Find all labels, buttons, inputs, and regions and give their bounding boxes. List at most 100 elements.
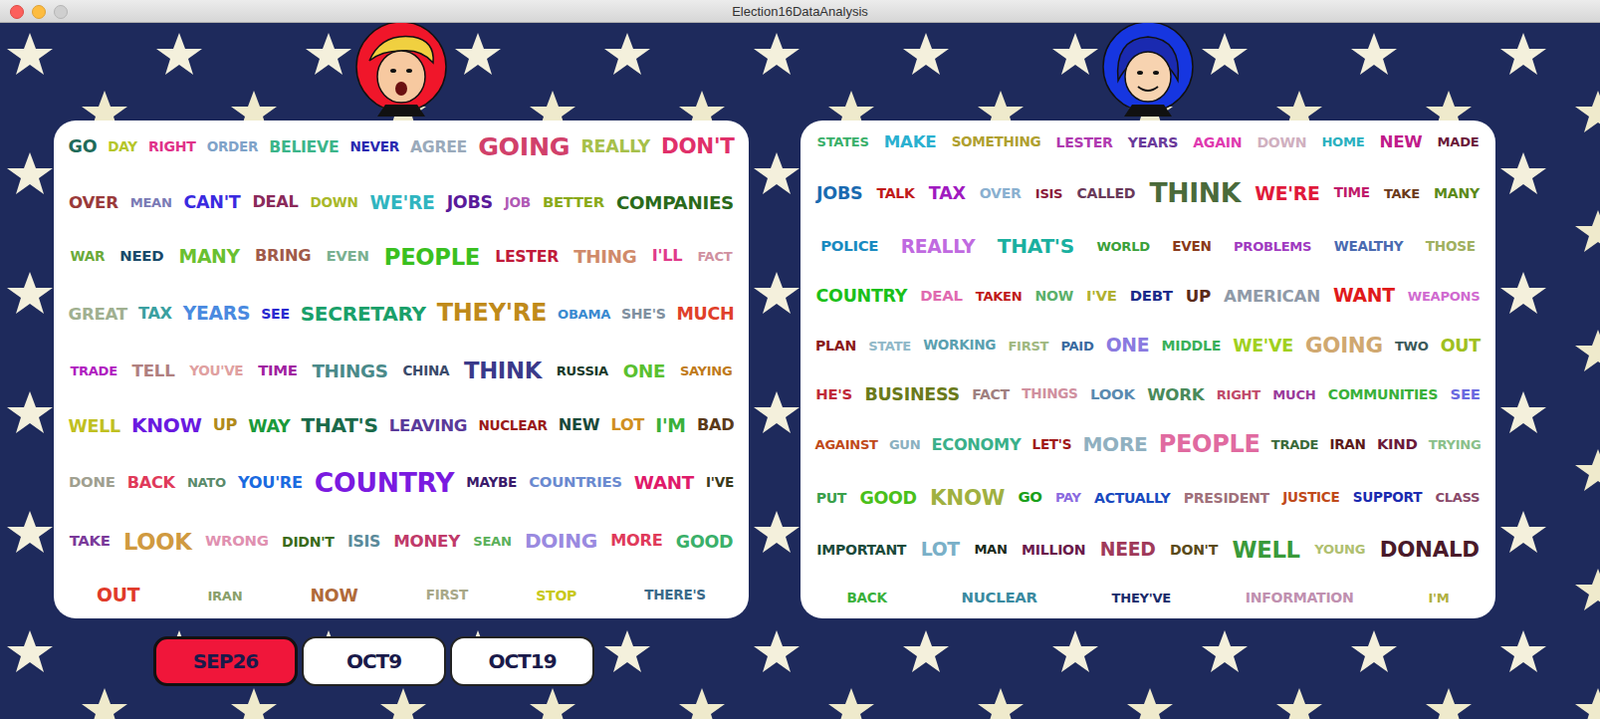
cloud-word: OVER — [979, 185, 1022, 202]
cloud-word: MONEY — [393, 531, 460, 551]
cloud-word: ISIS — [347, 532, 381, 551]
cloud-word: MEAN — [130, 195, 173, 211]
cloud-word: NEVER — [349, 139, 399, 156]
cloud-word: LESTER — [494, 247, 559, 266]
cloud-word: JOBS — [447, 192, 493, 213]
cloud-word: BELIEVE — [268, 138, 339, 157]
cloud-word: SOMETHING — [951, 134, 1042, 151]
cloud-word: PAY — [1055, 489, 1082, 505]
cloud-word: SEE — [1450, 386, 1481, 404]
close-button[interactable] — [9, 4, 24, 19]
cloud-word: FACT — [696, 248, 732, 264]
cloud-word: BACK — [127, 473, 176, 493]
app-body: GODAYRIGHTORDERBELIEVENEVERAGREEGOINGREA… — [0, 22, 1600, 719]
cloud-word: THOSE — [1425, 238, 1476, 255]
cloud-word: TIME — [1334, 185, 1371, 202]
title-bar: Election16DataAnalysis — [0, 0, 1600, 23]
cloud-word: REALLY — [580, 136, 650, 157]
cloud-word: LOOK — [1090, 386, 1136, 404]
zoom-button[interactable] — [53, 4, 68, 19]
cloud-word: NOW — [310, 585, 359, 606]
cloud-word: PEOPLE — [384, 243, 480, 270]
cloud-word: MADE — [1437, 134, 1480, 150]
minimize-button[interactable] — [31, 4, 46, 19]
cloud-word: YOUNG — [1314, 541, 1366, 557]
cloud-word: TRADE — [69, 363, 117, 379]
trump-avatar-icon — [351, 22, 452, 121]
cloud-word: BRING — [254, 246, 311, 266]
cloud-word: TIME — [257, 362, 298, 380]
cloud-word: THINK — [1148, 178, 1241, 210]
cloud-word: FIRST — [426, 587, 468, 604]
cloud-word: FIRST — [1007, 338, 1049, 354]
cloud-word: DIDN'T — [281, 533, 335, 550]
cloud-word: BETTER — [542, 194, 605, 212]
cloud-word: GOING — [477, 132, 570, 162]
cloud-word: THERE'S — [644, 587, 706, 604]
word-cloud-panel: STATESMAKESOMETHINGLESTERYEARSAGAINDOWNH… — [800, 120, 1496, 619]
cloud-word: KNOW — [929, 485, 1005, 511]
cloud-word: TRYING — [1428, 437, 1482, 453]
cloud-word: THINGS — [1021, 386, 1078, 403]
cloud-word: WORKING — [922, 337, 996, 354]
cloud-word: YEARS — [1128, 134, 1178, 151]
app-window: Election16DataAnalysis GODAYRIGHTORDERBE… — [0, 0, 1600, 719]
cloud-word: THING — [573, 245, 637, 267]
cloud-word: HE'S — [815, 386, 853, 404]
cloud-word: UP — [213, 416, 237, 436]
cloud-word: POLICE — [820, 237, 879, 255]
cloud-word: WELL — [1231, 536, 1300, 563]
date-tab[interactable]: OCT19 — [450, 636, 595, 686]
cloud-word: LOT — [920, 538, 960, 561]
cloud-word: YOU'RE — [237, 473, 303, 493]
cloud-word: AGREE — [410, 138, 467, 157]
clinton-avatar-icon — [1098, 22, 1198, 121]
cloud-word: COUNTRIES — [528, 473, 623, 491]
cloud-word: CALLED — [1076, 185, 1136, 202]
cloud-word: GO — [68, 136, 98, 157]
cloud-word: WANT — [1333, 284, 1395, 307]
cloud-word: RUSSIA — [556, 363, 609, 379]
cloud-word: NEW — [1379, 132, 1423, 152]
cloud-word: OVER — [68, 193, 119, 213]
cloud-word: TAX — [928, 183, 966, 204]
cloud-word: COMPANIES — [616, 192, 734, 214]
cloud-word: I'M — [655, 415, 686, 438]
cloud-word: NUCLEAR — [961, 589, 1038, 607]
date-tab[interactable]: OCT9 — [301, 636, 447, 686]
cloud-word: GO — [1017, 488, 1042, 506]
cloud-word: DONE — [68, 473, 115, 491]
cloud-word: CHINA — [402, 363, 450, 380]
cloud-word: STATE — [868, 338, 912, 354]
cloud-word: LOT — [610, 416, 645, 436]
date-tabs: SEP26OCT9OCT19 — [153, 636, 1600, 686]
cloud-word: IMPORTANT — [816, 541, 907, 558]
cloud-word: TAKE — [1383, 186, 1420, 202]
cloud-word: WAR — [70, 248, 105, 265]
cloud-word: MAYBE — [465, 474, 517, 491]
cloud-word: GOOD — [859, 487, 916, 508]
cloud-word: I'LL — [652, 246, 683, 266]
cloud-word: THAT'S — [997, 234, 1075, 258]
cloud-word: WEAPONS — [1407, 288, 1481, 304]
cloud-word: ECONOMY — [931, 436, 1022, 456]
cloud-word: GOING — [1305, 333, 1383, 359]
cloud-word: EVEN — [325, 247, 369, 265]
cloud-word: PROBLEMS — [1233, 238, 1312, 254]
cloud-word: PLAN — [815, 337, 857, 354]
cloud-word: HOME — [1321, 134, 1365, 150]
cloud-word: DEAL — [919, 287, 962, 305]
cloud-word: KNOW — [131, 414, 202, 438]
cloud-word: NOW — [1035, 287, 1074, 304]
cloud-word: THINGS — [311, 360, 388, 382]
cloud-word: LOOK — [123, 528, 193, 555]
cloud-word: DEBT — [1130, 287, 1173, 305]
cloud-word: BACK — [846, 590, 887, 607]
cloud-word: COUNTRY — [314, 467, 455, 499]
cloud-word: STATES — [817, 134, 870, 150]
cloud-word: WRONG — [205, 532, 269, 550]
cloud-word: MORE — [610, 531, 663, 551]
date-tab[interactable]: SEP26 — [153, 636, 298, 686]
cloud-word: ORDER — [207, 139, 259, 156]
cloud-word: TAX — [138, 304, 173, 324]
